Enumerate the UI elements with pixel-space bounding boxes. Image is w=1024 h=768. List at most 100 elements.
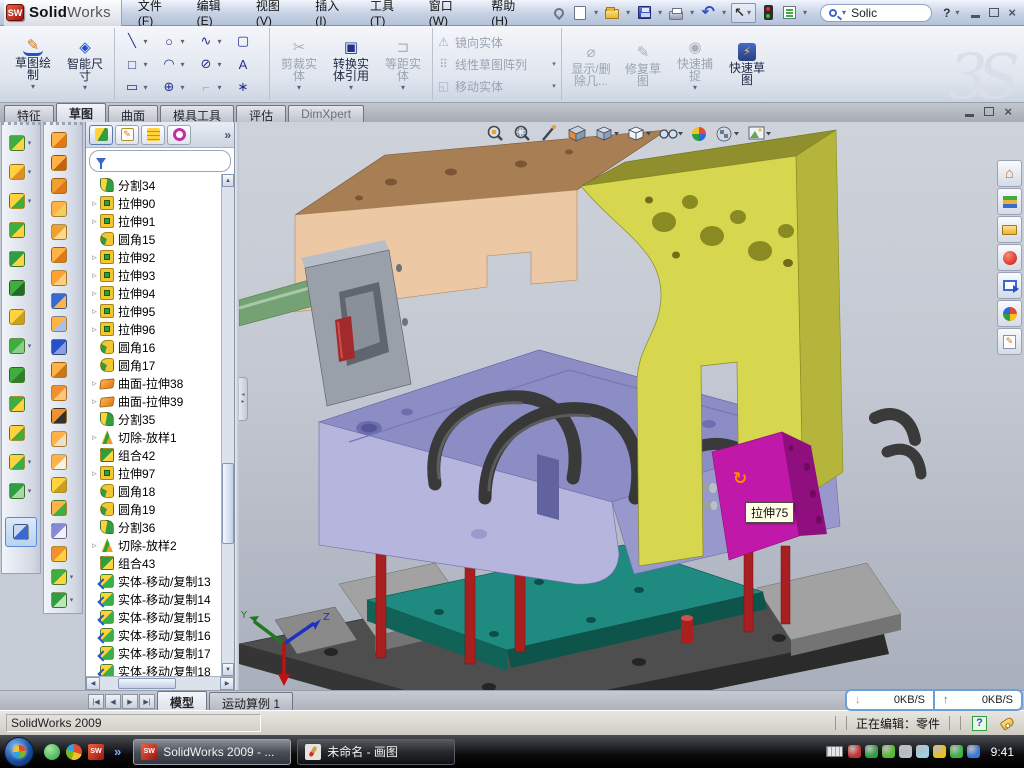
model-view[interactable]: ↻ Y Z X: [239, 122, 1024, 690]
tree-item[interactable]: 分割34: [86, 176, 234, 194]
boundary-surface-tool[interactable]: [44, 220, 82, 243]
slot-tool[interactable]: ▭▾: [118, 76, 155, 99]
expand-arrow-icon[interactable]: ▹: [89, 306, 100, 317]
expand-arrow-icon[interactable]: ▹: [89, 396, 100, 407]
rectangle-tool[interactable]: □▾: [118, 53, 155, 76]
rebuild-icon[interactable]: [759, 4, 777, 22]
text-tool[interactable]: A: [229, 53, 266, 76]
view-orientation-icon[interactable]: [597, 127, 619, 140]
quicklaunch-messenger-icon[interactable]: [44, 744, 60, 760]
tree-item[interactable]: ▹拉伸94: [86, 284, 234, 302]
freeform-tool[interactable]: ▾: [44, 588, 82, 611]
dropdown-caret-icon[interactable]: ▾: [26, 139, 33, 147]
minimize-button[interactable]: [971, 15, 980, 18]
fillet-tool[interactable]: ▾: [2, 186, 40, 215]
taskpane-design-library[interactable]: [997, 188, 1022, 215]
revolved-surface-tool[interactable]: [44, 151, 82, 174]
display-delete-relations-button[interactable]: ⌀显示/删除几...: [565, 29, 617, 99]
tab-DimXpert[interactable]: DimXpert: [288, 105, 364, 122]
security-shield-tray-icon[interactable]: [865, 745, 878, 758]
offset-entities-button[interactable]: ⊐等距实体▾: [377, 29, 429, 99]
ellipse-t ool[interactable]: ⊘▾: [192, 53, 229, 76]
tab-nav-2[interactable]: ▶: [122, 694, 138, 709]
tree-item[interactable]: 圆角15: [86, 230, 234, 248]
tag-icon[interactable]: [1000, 716, 1016, 731]
dropdown-caret-icon[interactable]: ▾: [179, 60, 187, 69]
shield-plus-tray-icon[interactable]: [950, 745, 963, 758]
hide-show-items-icon[interactable]: [660, 130, 683, 138]
scroll-up-icon[interactable]: ▲: [222, 174, 234, 187]
tree-item[interactable]: ▹拉伸95: [86, 302, 234, 320]
model-tab-运动算例 1[interactable]: 运动算例 1: [209, 692, 293, 710]
keyboard-tray-icon[interactable]: [826, 746, 843, 757]
tree-item[interactable]: ▹拉伸90: [86, 194, 234, 212]
delete-face-tool[interactable]: [44, 404, 82, 427]
section-view-icon[interactable]: [569, 126, 585, 141]
rapid-sketch-button[interactable]: ⚡快速草图: [721, 29, 773, 99]
scroll-down-icon[interactable]: ▼: [222, 663, 234, 676]
display-style-icon[interactable]: [629, 127, 651, 140]
search-input[interactable]: Solic: [851, 6, 877, 20]
taskpane-appearances-scenes[interactable]: [997, 300, 1022, 327]
tree-item[interactable]: ▹拉伸96: [86, 320, 234, 338]
expand-arrow-icon[interactable]: ▹: [89, 324, 100, 335]
polygon-tool[interactable]: ⊕▾: [155, 76, 192, 99]
tree-item[interactable]: ▹曲面-拉伸39: [86, 392, 234, 410]
tree-item[interactable]: ▹拉伸92: [86, 248, 234, 266]
scroll-thumb[interactable]: [222, 463, 234, 544]
tree-item[interactable]: ▹切除-放样2: [86, 536, 234, 554]
messenger-tray-tray-icon[interactable]: [916, 745, 929, 758]
options-caret[interactable]: ▾: [801, 8, 809, 17]
extruded-surface-tool[interactable]: [44, 128, 82, 151]
save-icon[interactable]: [635, 4, 653, 22]
hscroll-thumb[interactable]: [118, 678, 176, 689]
dropdown-caret-icon[interactable]: ▾: [26, 197, 33, 205]
undo-caret[interactable]: ▾: [720, 8, 728, 17]
core-insert[interactable]: [239, 240, 411, 406]
tree-vertical-scrollbar[interactable]: ▲ ▼: [221, 174, 234, 676]
open-icon[interactable]: [603, 4, 621, 22]
smart-dimension-button[interactable]: ◈智能尺寸▾: [59, 29, 111, 99]
knit-surface-tool[interactable]: [44, 335, 82, 358]
filled-surface-tool[interactable]: [44, 243, 82, 266]
radiate-surface-tool[interactable]: [44, 312, 82, 335]
point-tool[interactable]: ∗: [229, 76, 266, 99]
antivirus-tray-icon[interactable]: [848, 745, 861, 758]
swept-surface-tool[interactable]: [44, 174, 82, 197]
updater-tray-icon[interactable]: [882, 745, 895, 758]
shut-off-surface-tool[interactable]: [44, 496, 82, 519]
tab-曲面[interactable]: 曲面: [108, 105, 158, 122]
expand-arrow-icon[interactable]: ▹: [89, 378, 100, 389]
tree-item[interactable]: 分割36: [86, 518, 234, 536]
draft-tool[interactable]: [2, 273, 40, 302]
linear-sketch-pattern-button[interactable]: ⠿线性草图阵列▾: [436, 54, 558, 74]
propertymanager-tab[interactable]: ✎: [115, 125, 139, 145]
tree-item[interactable]: 分割35: [86, 410, 234, 428]
tree-item[interactable]: 圆角16: [86, 338, 234, 356]
apply-scene-icon[interactable]: [717, 127, 739, 141]
sketch-fillet-tool[interactable]: ⌐▾: [192, 76, 229, 99]
view-settings-icon[interactable]: [749, 127, 771, 139]
dropdown-caret-icon[interactable]: ▾: [347, 83, 355, 92]
pin-icon[interactable]: [550, 4, 568, 22]
new-document-icon[interactable]: [571, 4, 589, 22]
repair-sketch-button[interactable]: ✎修复草图: [617, 29, 669, 99]
tree-item[interactable]: 圆角17: [86, 356, 234, 374]
quicklaunch-media-player-icon[interactable]: [66, 744, 82, 760]
start-button[interactable]: [4, 737, 34, 767]
open-caret[interactable]: ▾: [624, 8, 632, 17]
taskpane-file-explorer[interactable]: [997, 216, 1022, 243]
dropdown-caret-icon[interactable]: ▾: [142, 37, 150, 46]
help-caret[interactable]: ▾: [953, 8, 961, 17]
expand-arrow-icon[interactable]: ▹: [89, 540, 100, 551]
graphics-area[interactable]: ↻ Y Z X 拉伸75 ⌂✎ ◂▸: [239, 122, 1024, 690]
search-box[interactable]: ▾ Solic: [820, 4, 932, 22]
edit-appearance-icon[interactable]: [692, 127, 706, 141]
dropdown-caret-icon[interactable]: ▾: [179, 37, 187, 46]
elbow-surface-tool[interactable]: [44, 381, 82, 404]
tree-item[interactable]: ▹曲面-拉伸38: [86, 374, 234, 392]
taskpane-view-palette[interactable]: [997, 272, 1022, 299]
featuremanager-tab[interactable]: [89, 125, 113, 145]
tabs-overflow-icon[interactable]: »: [224, 128, 231, 142]
move-entities-button[interactable]: ◱移动实体▾: [436, 76, 558, 96]
